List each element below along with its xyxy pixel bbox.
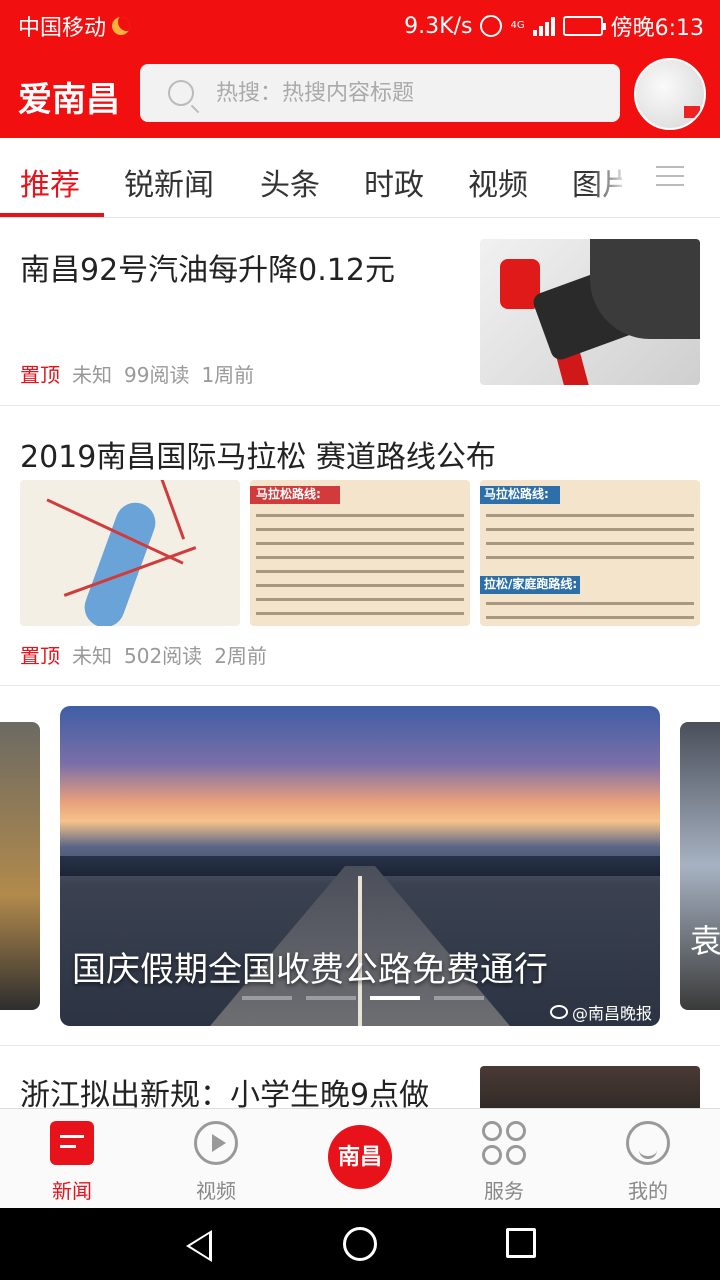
menu-icon[interactable] [656,166,684,188]
marathon-map-image [20,480,240,626]
back-icon[interactable] [186,1230,212,1262]
carousel-dot-active [370,996,420,1000]
tab-recommend[interactable]: 推荐 [20,160,80,204]
thumb-label: 马拉松路线: [484,487,549,501]
weibo-icon [549,1005,568,1019]
marathon-route-text-image: 马拉松路线: [250,480,470,626]
app-header: 爱南昌 [0,50,720,138]
status-right: 9.3K/s 4G 傍晚6:13 [404,10,704,42]
carousel-dot [306,996,356,1000]
news-time: 1周前 [201,363,255,387]
search-bar[interactable] [140,64,620,122]
tab-rui-news[interactable]: 锐新闻 [124,160,214,204]
next-slide-caption: 袁 [690,922,720,960]
nav-label: 新闻 [52,1179,92,1203]
tab-politics[interactable]: 时政 [364,160,424,204]
news-title: 2019南昌国际马拉松 赛道路线公布 [20,440,496,475]
news-reads: 502阅读 [124,644,203,668]
signal-icon [532,16,555,36]
carousel-dot [242,996,292,1000]
nav-service[interactable]: 服务 [432,1109,576,1209]
category-tabs: 推荐 锐新闻 头条 时政 视频 图片 [0,138,720,218]
alarm-icon [480,15,503,37]
user-avatar[interactable] [634,58,706,130]
fuel-nozzle-image [480,239,700,385]
app-logo: 爱南昌 [18,80,120,120]
tabs-fade [590,138,630,216]
nav-label: 视频 [196,1179,236,1203]
news-item[interactable]: 南昌92号汽油每升降0.12元 置顶 未知 99阅读 1周前 [0,219,720,406]
status-bar: 中国移动 9.3K/s 4G 傍晚6:13 [0,0,720,50]
search-input[interactable] [216,80,596,106]
profile-icon [626,1121,670,1165]
home-icon[interactable] [343,1227,377,1261]
nav-label: 我的 [628,1179,668,1203]
news-reads: 99阅读 [124,363,190,387]
play-icon [194,1121,238,1165]
carousel-dots [242,996,484,1000]
nanchang-logo-icon: 南昌 [328,1125,392,1189]
nav-me[interactable]: 我的 [576,1109,720,1209]
clock: 傍晚6:13 [610,16,704,41]
tab-video[interactable]: 视频 [468,160,528,204]
thumb-label: 马拉松路线: [256,487,321,501]
news-title: 浙江拟出新规：小学生晚9点做 [20,1078,430,1108]
news-meta: 置顶 未知 502阅读 2周前 [20,640,267,669]
battery-icon [562,16,606,36]
network-type: 4G [510,20,525,31]
news-item[interactable]: 浙江拟出新规：小学生晚9点做 [0,1046,720,1108]
news-source: 未知 [72,644,112,668]
nav-video[interactable]: 视频 [144,1109,288,1209]
service-grid-icon [482,1121,526,1165]
news-source: 未知 [72,363,112,387]
nav-label: 服务 [484,1179,524,1203]
nav-nanchang[interactable]: 南昌 [288,1109,432,1209]
system-navigation-bar [0,1208,720,1280]
carousel-next-slide[interactable] [680,722,720,1010]
news-title: 南昌92号汽油每升降0.12元 [20,253,395,288]
pinned-badge: 置顶 [20,644,60,668]
nav-news[interactable]: 新闻 [0,1109,144,1209]
news-meta: 置顶 未知 99阅读 1周前 [20,359,254,388]
news-icon [50,1121,94,1165]
bottom-navigation: 新闻 视频 南昌 服务 我的 [0,1108,720,1208]
flag-icon [684,106,700,118]
active-tab-indicator [0,213,104,217]
thumb-label: 拉松/家庭跑路线: [484,577,578,591]
news-time: 2周前 [214,644,267,668]
carrier-name: 中国移动 [18,16,107,41]
slide-caption: 国庆假期全国收费公路免费通行 [72,950,548,990]
carousel-slide[interactable]: 国庆假期全国收费公路免费通行 @南昌晚报 [60,706,660,1026]
recent-apps-icon[interactable] [506,1228,536,1258]
image-watermark: @南昌晚报 [549,1000,652,1024]
marathon-route-text-image: 马拉松路线: 拉松/家庭跑路线: [480,480,700,626]
news-item[interactable]: 2019南昌国际马拉松 赛道路线公布 马拉松路线: 马拉松路线: 拉松/家庭跑路… [0,406,720,686]
carrier-info: 中国移动 [18,10,131,42]
watermark-text: @南昌晚报 [571,1004,652,1023]
news-thumbnail [480,1066,700,1108]
network-speed: 9.3K/s [404,13,473,39]
tab-headlines[interactable]: 头条 [260,160,320,204]
carousel-prev-slide[interactable] [0,722,40,1010]
search-icon [168,80,194,106]
carousel-dot [434,996,484,1000]
pinned-badge: 置顶 [20,363,60,387]
moon-icon [112,17,131,35]
banner-carousel[interactable]: 国庆假期全国收费公路免费通行 @南昌晚报 袁 [0,686,720,1046]
